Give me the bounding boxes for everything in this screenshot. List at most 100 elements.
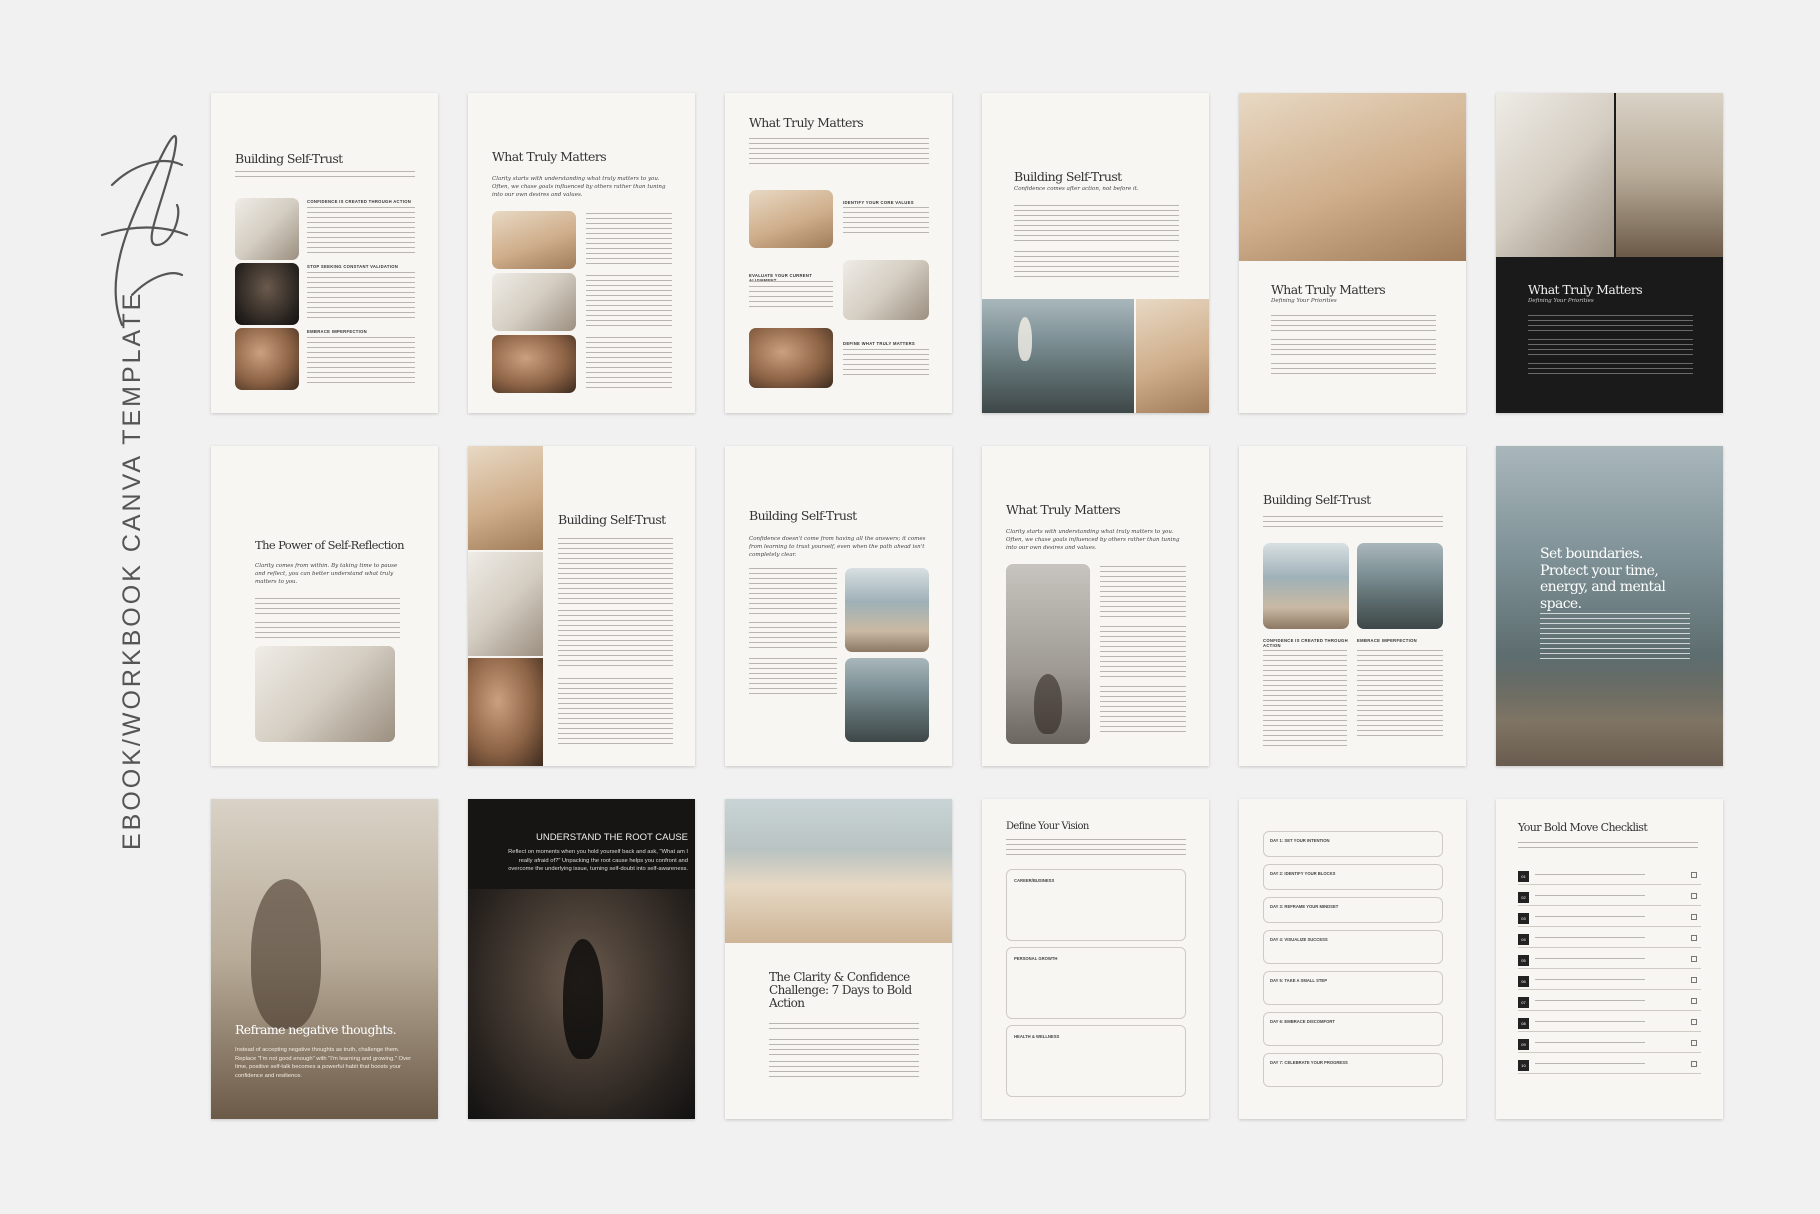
photo	[468, 552, 543, 656]
page-what-truly-matters-3: What Truly Matters Defining Your Priorit…	[1239, 93, 1466, 413]
checkbox[interactable]	[1691, 914, 1697, 920]
checkbox[interactable]	[1691, 998, 1697, 1004]
background-photo	[468, 889, 695, 1119]
page-subtitle: Defining Your Priorities	[1528, 298, 1594, 304]
checklist-item[interactable]: 07	[1518, 993, 1701, 1011]
page-building-self-trust-1: Building Self-Trust CONFIDENCE IS CREATE…	[211, 93, 438, 413]
checkbox[interactable]	[1691, 1019, 1697, 1025]
section-caption: EMBRACE IMPERFECTION	[307, 329, 367, 334]
item-number: 02	[1518, 892, 1529, 903]
photo	[1616, 93, 1723, 257]
day-box[interactable]	[1263, 1053, 1443, 1087]
page-title: What Truly Matters	[1528, 282, 1643, 297]
page-understand-root-cause: UNDERSTAND THE ROOT CAUSE Reflect on mom…	[468, 799, 695, 1119]
page-clarity-confidence-challenge: The Clarity & Confidence Challenge: 7 Da…	[725, 799, 952, 1119]
day-box[interactable]	[1263, 897, 1443, 923]
checklist-item[interactable]: 05	[1518, 951, 1701, 969]
checklist-item[interactable]: 10	[1518, 1056, 1701, 1074]
photo	[468, 658, 543, 766]
page-subtitle: Defining Your Priorities	[1271, 298, 1337, 304]
checklist-item[interactable]: 03	[1518, 909, 1701, 927]
day-label: DAY 4: VISUALIZE SUCCESS	[1270, 937, 1328, 942]
checkbox[interactable]	[1691, 1061, 1697, 1067]
day-label: DAY 6: EMBRACE DISCOMFORT	[1270, 1019, 1335, 1024]
photo	[982, 299, 1134, 413]
checklist-item[interactable]: 08	[1518, 1014, 1701, 1032]
page-building-self-trust-3: Building Self-Trust	[468, 446, 695, 766]
photo	[845, 658, 929, 742]
hero-photo	[1239, 93, 1466, 261]
photo	[843, 260, 929, 320]
day-label: DAY 7: CELEBRATE YOUR PROGRESS	[1270, 1060, 1348, 1065]
checkbox[interactable]	[1691, 893, 1697, 899]
section-caption: DEFINE WHAT TRULY MATTERS	[843, 341, 916, 346]
page-title: Building Self-Trust	[749, 508, 857, 523]
page-subtitle: Clarity starts with understanding what t…	[1006, 529, 1180, 551]
day-box[interactable]	[1263, 1012, 1443, 1046]
photo	[492, 273, 576, 331]
page-what-truly-matters-dark: What Truly Matters Defining Your Priorit…	[1496, 93, 1723, 413]
photo	[1496, 93, 1614, 257]
item-number: 07	[1518, 997, 1529, 1008]
box-label: HEALTH & WELLNESS	[1014, 1034, 1060, 1039]
page-building-self-trust-5: Building Self-Trust CONFIDENCE IS CREATE…	[1239, 446, 1466, 766]
checkbox[interactable]	[1691, 1040, 1697, 1046]
page-title: Your Bold Move Checklist	[1518, 821, 1648, 834]
checklist-item[interactable]: 01	[1518, 867, 1701, 885]
page-title: Reframe negative thoughts.	[235, 1022, 397, 1037]
page-power-of-self-reflection: The Power of Self-Reflection Clarity com…	[211, 446, 438, 766]
item-number: 03	[1518, 913, 1529, 924]
side-title: EBOOK/WORKBOOK CANVA TEMPLATE	[118, 290, 146, 850]
checkbox[interactable]	[1691, 956, 1697, 962]
photo	[235, 263, 299, 325]
day-label: DAY 5: TAKE A SMALL STEP	[1270, 978, 1328, 983]
photo	[1357, 543, 1443, 629]
photo	[1263, 543, 1349, 629]
page-title: What Truly Matters	[492, 149, 607, 164]
item-number: 05	[1518, 955, 1529, 966]
photo	[1136, 299, 1209, 413]
section-caption: IDENTIFY YOUR CORE VALUES	[843, 200, 914, 205]
page-body: Reflect on moments when you hold yoursel…	[508, 849, 688, 873]
page-title: The Clarity & Confidence Challenge: 7 Da…	[769, 970, 912, 1011]
day-box[interactable]	[1263, 930, 1443, 964]
section-caption: CONFIDENCE IS CREATED THROUGH ACTION	[1263, 638, 1348, 648]
item-number: 06	[1518, 976, 1529, 987]
day-label: DAY 2: IDENTIFY YOUR BLOCKS	[1270, 871, 1336, 876]
checklist-item[interactable]: 09	[1518, 1035, 1701, 1053]
checkbox[interactable]	[1691, 977, 1697, 983]
page-title: What Truly Matters	[1271, 282, 1386, 297]
page-subtitle: Confidence comes after action, not befor…	[1014, 186, 1139, 192]
photo	[235, 198, 299, 260]
page-title: The Power of Self-Reflection	[255, 538, 405, 552]
section-caption: STOP SEEKING CONSTANT VALIDATION	[307, 264, 399, 269]
item-number: 01	[1518, 871, 1529, 882]
photo	[492, 335, 576, 393]
box-label: CAREER/BUSINESS	[1014, 878, 1055, 883]
photo	[749, 190, 833, 248]
checkbox[interactable]	[1691, 935, 1697, 941]
section-caption: EMBRACE IMPERFECTION	[1357, 638, 1417, 643]
page-set-boundaries: Set boundaries. Protect your time, energ…	[1496, 446, 1723, 766]
box-label: PERSONAL GROWTH	[1014, 956, 1058, 961]
page-body: Instead of accepting negative thoughts a…	[235, 1047, 412, 1080]
page-what-truly-matters-1: What Truly Matters Clarity starts with u…	[468, 93, 695, 413]
hero-photo	[725, 799, 952, 943]
checklist-item[interactable]: 06	[1518, 972, 1701, 990]
day-box[interactable]	[1263, 864, 1443, 890]
day-box[interactable]	[1263, 971, 1443, 1005]
checklist-item[interactable]: 02	[1518, 888, 1701, 906]
checklist-item[interactable]: 04	[1518, 930, 1701, 948]
day-box[interactable]	[1263, 831, 1443, 857]
template-preview: EBOOK/WORKBOOK CANVA TEMPLATE Building S…	[0, 0, 1820, 1214]
photo	[749, 328, 833, 388]
day-label: DAY 3: REFRAME YOUR MINDSET	[1270, 904, 1339, 909]
checkbox[interactable]	[1691, 872, 1697, 878]
page-title: Building Self-Trust	[558, 512, 666, 527]
page-define-your-vision: Define Your Vision CAREER/BUSINESS PERSO…	[982, 799, 1209, 1119]
page-what-truly-matters-2: What Truly Matters IDENTIFY YOUR CORE VA…	[725, 93, 952, 413]
item-number: 10	[1518, 1060, 1529, 1071]
page-subtitle: Clarity starts with understanding what t…	[492, 176, 666, 198]
page-building-self-trust-4: Building Self-Trust Confidence doesn't c…	[725, 446, 952, 766]
photo	[468, 446, 543, 550]
